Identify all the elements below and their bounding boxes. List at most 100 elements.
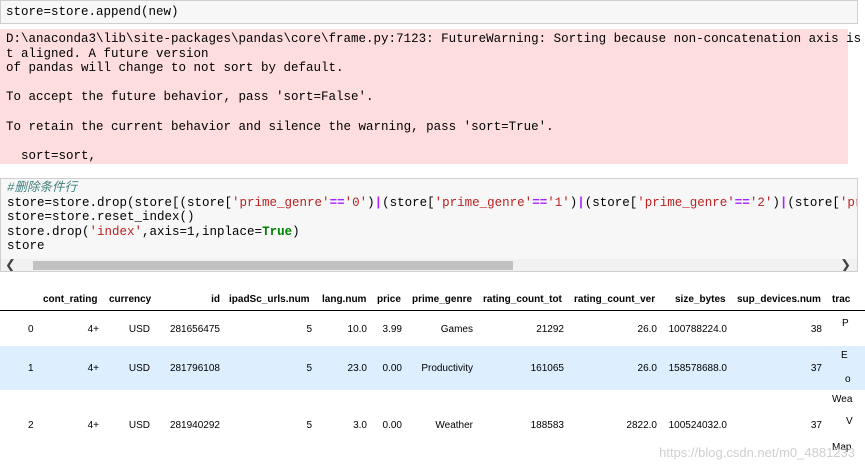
table-cell: USD xyxy=(128,363,150,374)
code-string: 'prime_genre' xyxy=(232,195,330,210)
table-cell: 281656475 xyxy=(169,324,220,335)
code-string: 'prime_genre' xyxy=(434,195,533,210)
warning-line: D:\anaconda3\lib\site-packages\pandas\co… xyxy=(6,32,865,46)
scrollbar-thumb[interactable] xyxy=(33,261,513,270)
table-cell: USD xyxy=(128,420,150,431)
table-cell: P xyxy=(842,318,849,329)
table-cell: 26.0 xyxy=(637,324,657,335)
table-cell: 100788224.0 xyxy=(668,324,727,335)
watermark: https://blog.csdn.net/m0_4881233 xyxy=(659,445,855,460)
code-keyword: True xyxy=(262,224,293,239)
table-row: 1 4+ USD 281796108 5 23.0 0.00 Productiv… xyxy=(0,346,865,390)
table-cell: 37 xyxy=(810,363,822,374)
table-cell: 100524032.0 xyxy=(668,420,727,431)
table-cell: USD xyxy=(128,324,150,335)
code-text: store.drop( xyxy=(7,224,90,239)
table-cell: 5 xyxy=(306,420,312,431)
row-index: 1 xyxy=(28,363,34,374)
table-cell: 158578688.0 xyxy=(668,363,727,374)
table-cell: 5 xyxy=(306,363,312,374)
code-text: store xyxy=(7,239,45,254)
table-cell: E xyxy=(841,350,848,361)
scroll-right-icon[interactable]: ❯ xyxy=(840,258,851,272)
table-cell: 188583 xyxy=(530,420,564,431)
table-cell: 0.00 xyxy=(382,420,402,431)
code-cell-drop[interactable]: #删除条件行 store=store.drop(store[(store['pr… xyxy=(0,178,858,272)
table-cell: 3.99 xyxy=(382,324,402,335)
code-string: 'prime_genre' xyxy=(637,195,735,210)
column-header: ipadSc_urls.num xyxy=(229,294,310,305)
table-cell: 4+ xyxy=(87,363,99,374)
code-editor[interactable]: #删除条件行 store=store.drop(store[(store['pr… xyxy=(1,179,857,256)
table-cell: 3.0 xyxy=(353,420,367,431)
table-cell: 0.00 xyxy=(382,363,402,374)
warning-line: t aligned. A future version xyxy=(6,46,209,61)
column-header: id xyxy=(211,294,220,305)
warning-line: sort=sort, xyxy=(6,148,97,163)
warning-line: To retain the current behavior and silen… xyxy=(6,119,554,134)
column-header: cont_rating xyxy=(43,294,98,305)
column-header: sup_devices.num xyxy=(737,294,821,305)
code-text: ) xyxy=(292,224,300,239)
table-cell: 161065 xyxy=(530,363,564,374)
code-text: store=store.drop(store[(store[ xyxy=(7,195,233,210)
column-header: trac xyxy=(832,294,851,305)
warning-line xyxy=(6,105,842,120)
table-cell: 4+ xyxy=(87,420,99,431)
code-string: 'index' xyxy=(89,224,143,239)
code-text: ) xyxy=(772,195,780,210)
column-header: rating_count_tot xyxy=(483,294,562,305)
column-header: size_bytes xyxy=(675,294,726,305)
warning-line xyxy=(6,134,842,149)
table-cell: 281796108 xyxy=(169,363,220,374)
table-header-row: cont_rating currency id ipadSc_urls.num … xyxy=(0,288,865,311)
code-operator: == xyxy=(329,195,345,210)
warning-line: To accept the future behavior, pass 'sor… xyxy=(6,90,374,105)
table-cell: V xyxy=(846,416,853,427)
code-string: 'prime xyxy=(839,195,857,210)
code-operator: == xyxy=(734,195,750,210)
table-cell: 37 xyxy=(810,420,822,431)
code-text: ,axis=1,inplace= xyxy=(142,224,263,239)
warning-output: D:\anaconda3\lib\site-packages\pandas\co… xyxy=(0,29,865,164)
code-text: (store[ xyxy=(787,195,840,210)
scroll-left-icon[interactable]: ❮ xyxy=(5,258,16,272)
table-cell: 4+ xyxy=(87,324,99,335)
row-index: 0 xyxy=(28,324,34,335)
column-header: prime_genre xyxy=(412,294,473,305)
code-text: ) xyxy=(367,195,375,210)
table-cell: 10.0 xyxy=(347,324,367,335)
table-cell: 5 xyxy=(306,324,312,335)
code-string: '2' xyxy=(749,195,773,210)
table-cell: 38 xyxy=(810,324,822,335)
table-cell: 281940292 xyxy=(169,420,220,431)
table-cell: Productivity xyxy=(421,363,473,374)
code-text: (store[ xyxy=(584,195,638,210)
code-cell-append[interactable]: store=store.append(new) xyxy=(0,0,858,24)
code-text: store=store.reset_index() xyxy=(7,210,195,225)
table-cell: 21292 xyxy=(536,324,564,335)
column-header: price xyxy=(377,294,401,305)
column-header: currency xyxy=(109,294,152,305)
table-cell: Weather xyxy=(435,420,473,431)
table-row: 0 4+ USD 281656475 5 10.0 3.99 Games 212… xyxy=(0,312,865,346)
column-header: lang.num xyxy=(322,294,367,305)
warning-line xyxy=(6,76,842,91)
table-cell: 2822.0 xyxy=(626,420,657,431)
table-cell: 26.0 xyxy=(637,363,657,374)
warning-line: of pandas will change to not sort by def… xyxy=(6,61,344,76)
table-cell: Games xyxy=(440,324,473,335)
row-index: 2 xyxy=(28,420,34,431)
table-cell: Wea xyxy=(832,394,853,405)
code-operator: == xyxy=(532,195,548,210)
code-text: (store[ xyxy=(382,195,435,210)
code-operator: | xyxy=(577,195,585,210)
code-string: '1' xyxy=(547,195,570,210)
column-header: rating_count_ver xyxy=(574,294,656,305)
code-string: '0' xyxy=(344,195,368,210)
table-cell: o xyxy=(845,374,851,385)
horizontal-scrollbar[interactable]: ❮ ❯ xyxy=(1,258,857,272)
table-cell: 23.0 xyxy=(347,363,367,374)
code-operator: | xyxy=(374,195,383,210)
code-comment: #删除条件行 xyxy=(7,181,78,195)
